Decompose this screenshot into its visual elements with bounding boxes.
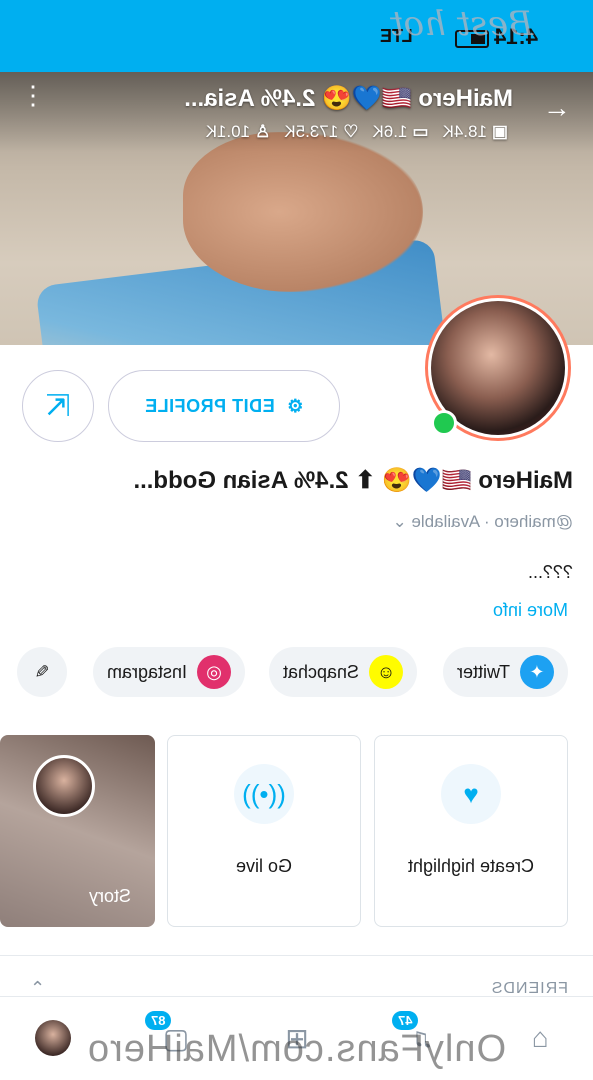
snapchat-link[interactable]: ☺ Snapchat <box>268 647 417 697</box>
mirrored-screen: 4:14 LTE ← MaiHero 🇺🇸💙😍 2.4% Asia... ⋮ ▣… <box>0 0 593 1080</box>
story-avatar <box>33 755 95 817</box>
back-arrow-icon[interactable]: ← <box>543 92 571 124</box>
story-label: Story <box>89 886 132 906</box>
handle: @maihero <box>494 512 573 531</box>
edit-profile-label: EDIT PROFILE <box>144 395 275 416</box>
profile-handle-line: @maihero · Available ⌄ <box>392 512 573 531</box>
broadcast-icon: ((•)) <box>234 764 294 824</box>
twitter-link[interactable]: ✦ Twitter <box>442 647 568 697</box>
social-links: ✦ Twitter ☺ Snapchat ◎ Instagram ✎ <box>0 647 593 697</box>
photos-stat: ▣ 18.4K <box>442 122 509 141</box>
watermark-footer: OnlyFans.com/MaiHero <box>86 1028 507 1070</box>
watermark-logo: Best hot <box>390 4 534 44</box>
go-live-card[interactable]: ((•)) Go live <box>167 735 361 927</box>
snapchat-icon: ☺ <box>369 655 403 689</box>
cover-stats: ▣ 18.4K ▭ 1.6K ♡ 173.5K ♙ 10.1K <box>206 122 508 142</box>
instagram-link[interactable]: ◎ Instagram <box>92 647 245 697</box>
profile-bio: ???... <box>527 562 573 582</box>
instagram-icon: ◎ <box>197 655 231 689</box>
heart-icon: ♡ <box>343 122 359 141</box>
edit-profile-button[interactable]: ⚙ EDIT PROFILE <box>108 370 340 442</box>
friends-section: FRIENDS ⌃ <box>0 955 593 998</box>
pencil-icon: ✎ <box>34 661 50 682</box>
go-live-label: Go live <box>235 856 293 876</box>
more-info-link[interactable]: More info <box>493 600 568 621</box>
chevron-down-icon[interactable]: ⌄ <box>392 512 406 531</box>
profile-name: MaiHero 🇺🇸💙😍 ⬆ 2.4% Asian Godd... <box>133 467 573 494</box>
heart-highlight-icon: ♥ <box>441 764 501 824</box>
fans-stat: ♙ 10.1K <box>205 122 271 141</box>
videos-stat: ▭ 1.6K <box>372 122 429 141</box>
create-highlight-label: Create highlight <box>407 856 535 876</box>
story-card[interactable]: Story <box>0 735 155 927</box>
gear-icon: ⚙ <box>286 395 304 416</box>
share-icon: ⇱ <box>45 389 71 423</box>
share-button[interactable]: ⇱ <box>22 370 94 442</box>
create-highlight-card[interactable]: ♥ Create highlight <box>374 735 568 927</box>
photos-icon: ▣ <box>491 122 508 141</box>
likes-stat: ♡ 173.5K <box>284 122 359 141</box>
online-status-dot <box>431 410 457 436</box>
twitter-icon: ✦ <box>520 655 554 689</box>
user-icon: ♙ <box>255 122 271 141</box>
edit-links-button[interactable]: ✎ <box>17 647 67 697</box>
video-icon: ▭ <box>412 122 429 141</box>
quick-actions: ♥ Create highlight ((•)) Go live Story <box>0 735 593 930</box>
availability-status[interactable]: Available <box>411 512 480 531</box>
more-vertical-icon[interactable]: ⋮ <box>20 80 46 110</box>
cover-title: MaiHero 🇺🇸💙😍 2.4% Asia... <box>184 85 513 112</box>
